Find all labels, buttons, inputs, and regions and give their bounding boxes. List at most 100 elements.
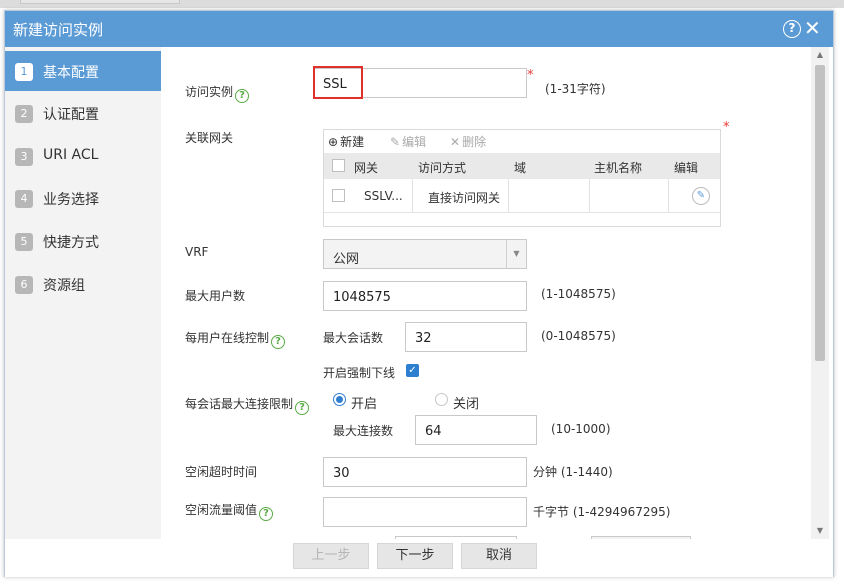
select-all-checkbox[interactable] — [332, 159, 345, 172]
idle-timeout-hint: 分钟 (1-1440) — [533, 465, 613, 479]
idle-traffic-label-text: 空闲流量阈值 — [185, 503, 258, 517]
scroll-thumb[interactable] — [815, 65, 825, 361]
delete-label: 删除 — [462, 135, 487, 149]
background-tab — [20, 0, 180, 4]
help-icon[interactable]: ? — [235, 89, 250, 103]
max-users-label: 最大用户数 — [185, 289, 246, 303]
table-row[interactable]: SSLV... 直接访问网关 ✎ — [324, 179, 720, 213]
force-offline-label: 开启强制下线 — [323, 366, 396, 380]
step-auth-config[interactable]: 2 认证配置 — [5, 93, 161, 133]
step-number: 2 — [15, 105, 33, 123]
scroll-up-arrow-icon[interactable]: ▲ — [811, 47, 829, 63]
next-button[interactable]: 下一步 — [377, 543, 453, 569]
instance-label-text: 访问实例 — [185, 85, 234, 99]
column-header: 域 — [514, 161, 527, 175]
limit-off-label: 关闭 — [453, 397, 480, 412]
max-connections-hint: (10-1000) — [551, 422, 611, 436]
help-icon[interactable]: ? — [783, 20, 801, 38]
max-connections-label: 最大连接数 — [333, 424, 394, 438]
prev-button[interactable]: 上一步 — [293, 543, 369, 569]
required-mark: * — [723, 120, 730, 135]
max-connections-input[interactable]: 64 — [415, 415, 537, 445]
max-sessions-hint: (0-1048575) — [541, 329, 616, 343]
column-divider — [508, 179, 509, 213]
step-resource-group[interactable]: 6 资源组 — [5, 264, 161, 304]
required-mark: * — [527, 68, 534, 83]
vrf-value: 公网 — [333, 252, 360, 267]
background-window-strip — [0, 0, 844, 8]
new-label: 新建 — [340, 135, 365, 149]
help-icon[interactable]: ? — [295, 401, 310, 415]
new-access-instance-dialog: 新建访问实例 ? ✕ 1 基本配置 2 认证配置 3 URI ACL 4 业务选… — [4, 10, 834, 577]
vrf-select[interactable]: 公网 ▼ — [323, 239, 527, 269]
idle-traffic-input[interactable] — [323, 497, 527, 527]
scroll-down-arrow-icon[interactable]: ▼ — [811, 523, 829, 539]
step-label: 认证配置 — [43, 107, 99, 123]
max-users-input[interactable]: 1048575 — [323, 281, 527, 311]
row-checkbox[interactable] — [332, 189, 345, 202]
limit-on-radio[interactable] — [333, 393, 346, 406]
step-shortcut[interactable]: 5 快捷方式 — [5, 221, 161, 261]
plus-circle-icon: ⊕ — [328, 135, 339, 149]
step-number: 5 — [15, 233, 33, 251]
dialog-footer: 上一步 下一步 取消 — [5, 539, 833, 577]
limit-off-radio[interactable] — [435, 393, 448, 406]
highlight-box — [313, 66, 363, 99]
form-content: 访问实例? SSL * (1-31字符) 关联网关 * ⊕ 新建 ✎ 编辑 ✕ 删除 … — [161, 47, 811, 539]
step-label: 基本配置 — [43, 65, 99, 81]
column-divider — [589, 179, 590, 213]
pencil-icon: ✎ — [390, 135, 401, 149]
step-number: 3 — [15, 148, 33, 166]
edit-label: 编辑 — [402, 135, 427, 149]
online-control-label: 每用户在线控制? — [185, 329, 286, 349]
column-header: 网关 — [354, 161, 379, 175]
step-basic-config[interactable]: 1 基本配置 — [5, 51, 161, 91]
step-number: 1 — [15, 63, 33, 81]
column-header: 编辑 — [674, 161, 699, 175]
idle-traffic-hint: 千字节 (1-4294967295) — [533, 505, 671, 519]
idle-timeout-input[interactable]: 30 — [323, 457, 527, 487]
column-header: 主机名称 — [594, 161, 643, 175]
row-access-method: 直接访问网关 — [428, 191, 501, 205]
force-offline-checkbox[interactable]: ✓ — [406, 364, 419, 377]
limit-on-label: 开启 — [351, 397, 378, 412]
online-control-label-text: 每用户在线控制 — [185, 331, 270, 345]
delete-gateway-button[interactable]: ✕ 删除 — [450, 133, 486, 150]
connection-limit-label-text: 每会话最大连接限制 — [185, 397, 294, 411]
step-label: 资源组 — [43, 278, 85, 294]
grid-toolbar: ⊕ 新建 ✎ 编辑 ✕ 删除 — [324, 130, 720, 152]
vertical-scrollbar[interactable]: ▲ ▼ — [811, 47, 829, 539]
connection-limit-label: 每会话最大连接限制? — [185, 395, 310, 415]
instance-label: 访问实例? — [185, 83, 250, 103]
cancel-button[interactable]: 取消 — [461, 543, 537, 569]
column-divider — [412, 179, 413, 213]
idle-timeout-label: 空闲超时时间 — [185, 465, 258, 479]
column-header: 访问方式 — [418, 161, 467, 175]
column-divider — [668, 179, 669, 213]
close-icon[interactable]: ✕ — [804, 16, 821, 40]
step-service-select[interactable]: 4 业务选择 — [5, 178, 161, 218]
grid-header: 网关 访问方式 域 主机名称 编辑 — [324, 153, 720, 179]
chevron-down-icon[interactable]: ▼ — [506, 240, 526, 268]
row-gateway: SSLV... — [364, 189, 403, 203]
dialog-titlebar: 新建访问实例 ? ✕ — [5, 11, 833, 47]
step-uri-acl[interactable]: 3 URI ACL — [5, 136, 161, 176]
gateway-grid: ⊕ 新建 ✎ 编辑 ✕ 删除 网关 访问方式 域 主机名称 编辑 SSLV... 直接… — [323, 129, 721, 227]
max-sessions-label: 最大会话数 — [323, 331, 384, 345]
help-icon[interactable]: ? — [271, 335, 286, 349]
idle-traffic-label: 空闲流量阈值? — [185, 501, 274, 521]
gateway-label: 关联网关 — [185, 131, 234, 145]
step-label: 快捷方式 — [43, 235, 99, 251]
edit-gateway-button[interactable]: ✎ 编辑 — [390, 133, 426, 150]
step-label: URI ACL — [43, 147, 99, 163]
max-sessions-input[interactable]: 32 — [405, 322, 527, 352]
edit-row-icon[interactable]: ✎ — [692, 187, 710, 205]
wizard-steps: 1 基本配置 2 认证配置 3 URI ACL 4 业务选择 5 快捷方式 6 … — [5, 47, 161, 539]
step-label: 业务选择 — [43, 192, 99, 208]
new-gateway-button[interactable]: ⊕ 新建 — [328, 133, 364, 150]
help-icon[interactable]: ? — [259, 507, 274, 521]
step-number: 6 — [15, 276, 33, 294]
step-number: 4 — [15, 190, 33, 208]
max-users-hint: (1-1048575) — [541, 287, 616, 301]
x-icon: ✕ — [450, 135, 461, 149]
